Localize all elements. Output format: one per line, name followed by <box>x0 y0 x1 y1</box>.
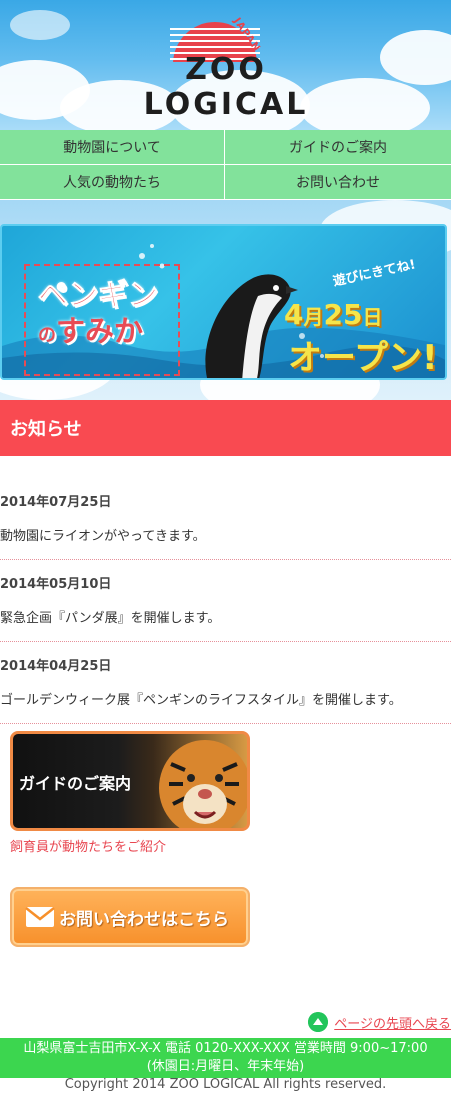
mail-icon <box>25 907 55 927</box>
main-nav: 動物園について ガイドのご案内 人気の動物たち お問い合わせ <box>0 130 451 200</box>
contact-button[interactable]: お問い合わせはこちら <box>10 887 250 947</box>
arrow-up-icon <box>308 1012 329 1032</box>
footer-address: 山梨県富士吉田市X-X-X 電話 0120-XXX-XXX 営業時間 9:00~… <box>23 1041 428 1056</box>
banner-open-text: オープン! <box>288 338 438 378</box>
guide-banner-button[interactable]: ガイドのご案内 <box>10 731 250 831</box>
news-text: ゴールデンウィーク展『ペンギンのライフスタイル』を開催します。 <box>0 693 402 708</box>
news-date: 2014年04月25日 <box>0 659 112 674</box>
site-header: JAPAN ZOO LOGICAL <box>0 0 451 130</box>
banner-date: 4月25日 <box>284 298 383 331</box>
guide-caption-link[interactable]: 飼育員が動物たちをご紹介 <box>10 836 166 855</box>
contact-button-label: お問い合わせはこちら <box>59 909 229 930</box>
nav-item-animals[interactable]: 人気の動物たち <box>0 165 225 200</box>
news-item[interactable]: 2014年07月25日 動物園にライオンがやってきます。 <box>0 478 451 560</box>
cloud <box>380 30 451 85</box>
penguin-icon <box>205 274 298 378</box>
site-logo[interactable]: ZOO LOGICAL <box>106 52 346 122</box>
banner-title-line2: のすみか <box>38 314 144 348</box>
tiger-icon <box>159 740 247 828</box>
back-to-top-link[interactable]: ページの先頭へ戻る <box>308 1012 451 1032</box>
nav-item-contact[interactable]: お問い合わせ <box>225 165 451 200</box>
news-item[interactable]: 2014年04月25日 ゴールデンウィーク展『ペンギンのライフスタイル』を開催し… <box>0 642 451 724</box>
back-to-top-label: ページの先頭へ戻る <box>334 1016 451 1032</box>
penguin-banner[interactable]: ペンギン のすみか 遊びにきてね! 4月25日 オープン! <box>0 224 447 380</box>
copyright: Copyright 2014 ZOO LOGICAL All rights re… <box>64 1077 387 1092</box>
news-text: 緊急企画『パンダ展』を開催します。 <box>0 611 221 626</box>
news-text: 動物園にライオンがやってきます。 <box>0 529 206 544</box>
news-list: 2014年07月25日 動物園にライオンがやってきます。 2014年05月10日… <box>0 478 451 724</box>
news-heading: お知らせ <box>0 400 451 456</box>
news-date: 2014年05月10日 <box>0 577 112 592</box>
site-footer: 山梨県富士吉田市X-X-X 電話 0120-XXX-XXX 営業時間 9:00~… <box>0 1038 451 1078</box>
news-item[interactable]: 2014年05月10日 緊急企画『パンダ展』を開催します。 <box>0 560 451 642</box>
nav-item-guide[interactable]: ガイドのご案内 <box>225 130 451 165</box>
cloud <box>10 10 70 40</box>
news-date: 2014年07月25日 <box>0 495 112 510</box>
guide-banner-label: ガイドのご案内 <box>19 774 132 793</box>
nav-item-about[interactable]: 動物園について <box>0 130 225 165</box>
footer-holiday: (休園日:月曜日、年末年始) <box>146 1059 305 1074</box>
